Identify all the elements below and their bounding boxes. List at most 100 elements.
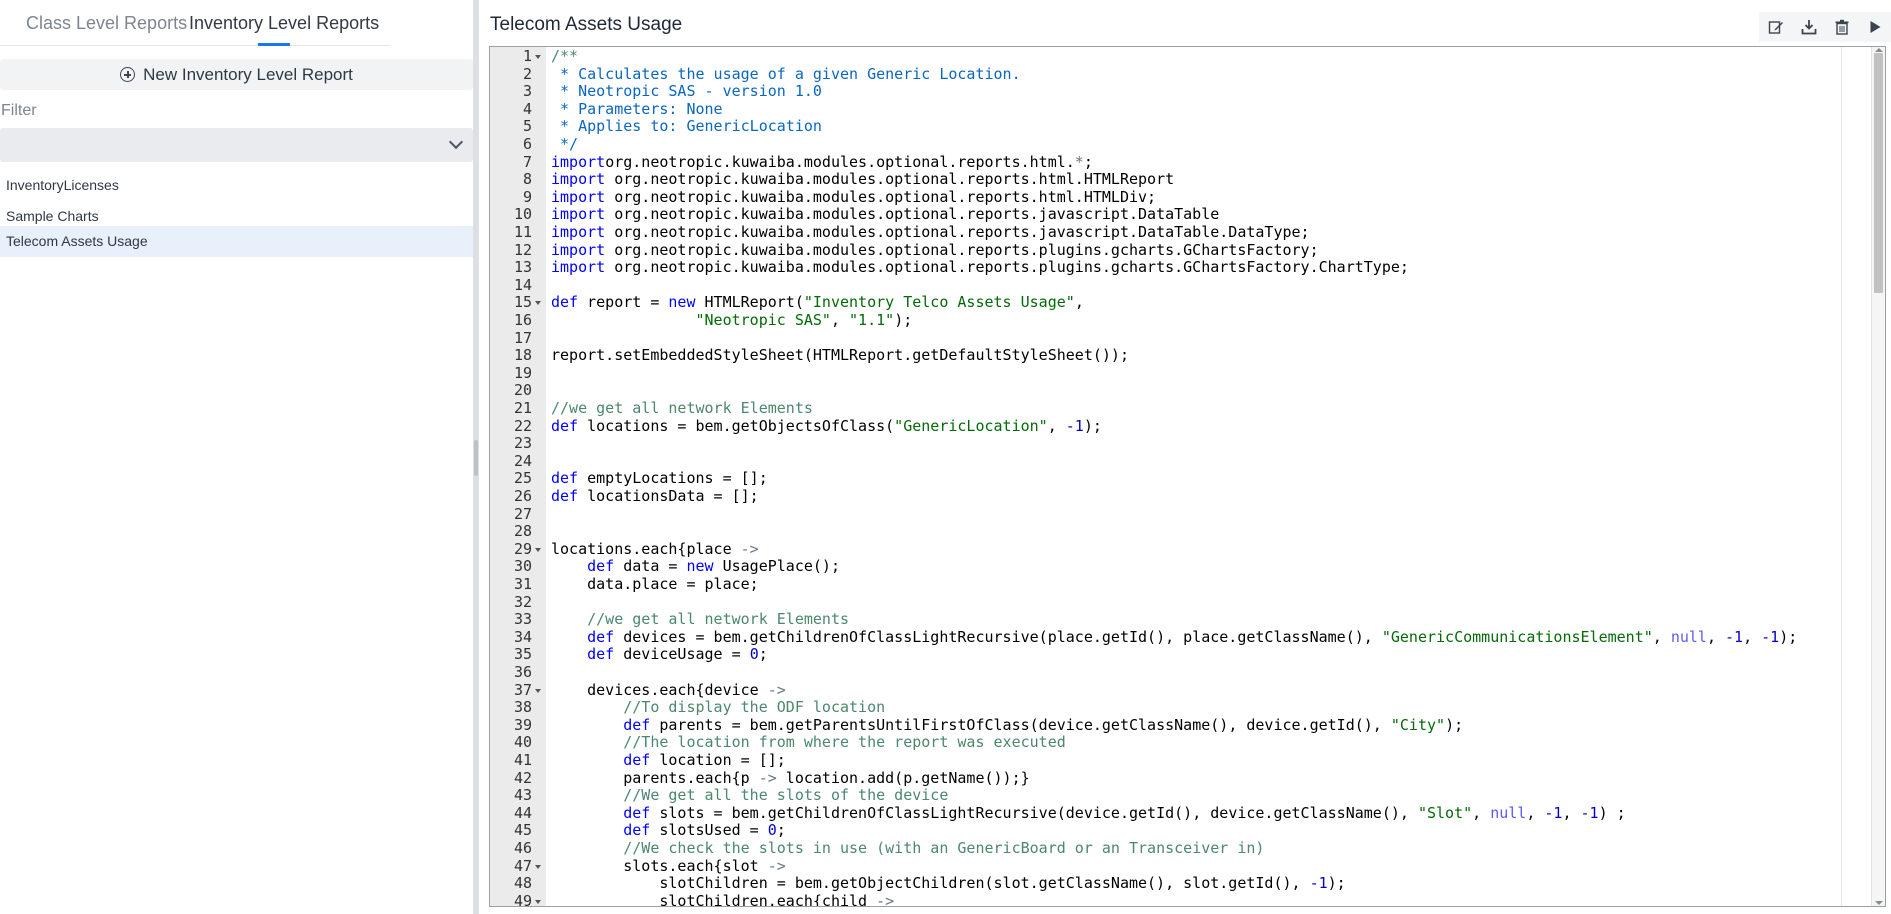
edit-report-button[interactable]	[1759, 12, 1792, 42]
line-number: 5	[522, 117, 532, 136]
print-margin	[1841, 47, 1842, 906]
line-number[interactable]: 15	[490, 294, 546, 312]
code-line: def report = new HTMLReport("Inventory T…	[551, 293, 1084, 312]
line-number: 19	[513, 363, 532, 382]
line-number: 18	[513, 346, 532, 365]
line-number: 17	[513, 328, 532, 347]
line-number: 33	[513, 610, 532, 629]
scroll-up-icon[interactable]	[1875, 48, 1883, 52]
play-icon	[1870, 21, 1880, 33]
code-line: def emptyLocations = [];	[551, 469, 768, 488]
chevron-down-icon	[448, 134, 464, 150]
code-line: //we get all network Elements	[587, 610, 850, 629]
download-icon	[1801, 20, 1816, 35]
code-line: locations.each{place ->	[551, 539, 759, 558]
report-title: Telecom Assets Usage	[490, 14, 683, 35]
line-number: 14	[513, 275, 532, 294]
code-line: report.setEmbeddedStyleSheet(HTMLReport.…	[551, 346, 1129, 365]
tab-class-level-reports[interactable]: Class Level Reports	[26, 13, 187, 34]
code-line: //To display the ODF location	[623, 698, 886, 717]
line-number: 43	[513, 786, 532, 805]
line-number: 38	[513, 698, 532, 717]
code-line: data.place = place;	[551, 575, 759, 593]
code-editor[interactable]: 1 2 3 4 5 6 7 8 9 10 11 12 13 14 15 16 17 18 19 20 21 22 23 24 2…	[489, 46, 1886, 907]
line-number: 40	[513, 733, 532, 752]
code-line: */	[551, 135, 579, 153]
code-line: def locations = bem.getObjectsOfClass("G…	[551, 416, 1102, 435]
new-inventory-report-button[interactable]: New Inventory Level Report	[0, 59, 473, 90]
code-line: def locationsData = [];	[551, 487, 759, 505]
report-list-item-inventorylicenses[interactable]: InventoryLicenses	[0, 170, 473, 201]
line-number[interactable]: 47	[490, 857, 546, 876]
code-line: def slotsUsed = 0;	[623, 821, 786, 840]
line-number: 45	[513, 821, 532, 840]
vertical-scrollbar[interactable]	[1871, 47, 1885, 906]
line-number: 39	[513, 715, 532, 734]
line-number: 23	[513, 434, 532, 453]
line-number: 6	[522, 135, 532, 153]
code-line: import org.neotropic.kuwaiba.modules.opt…	[551, 240, 1319, 259]
splitter-handle[interactable]	[474, 440, 478, 476]
delete-report-button[interactable]	[1825, 12, 1858, 42]
tab-inventory-level-reports[interactable]: Inventory Level Reports	[189, 13, 379, 34]
code-line: import org.neotropic.kuwaiba.modules.opt…	[551, 205, 1220, 224]
code-line: * Applies to: GenericLocation	[551, 117, 822, 136]
line-number: 26	[513, 487, 532, 505]
code-line: def location = [];	[623, 751, 786, 769]
line-number: 13	[513, 258, 532, 277]
editor-code-area[interactable]: /** * Calculates the usage of a given Ge…	[551, 47, 1871, 906]
line-number: 22	[513, 416, 532, 435]
new-report-label: New Inventory Level Report	[143, 64, 353, 84]
code-line: "Neotropic SAS", "1.1");	[695, 311, 913, 329]
code-line: //The location from where the report was…	[623, 733, 1066, 752]
code-line: def parents = bem.getParentsUntilFirstOf…	[623, 715, 1464, 734]
line-number: 32	[513, 592, 532, 611]
line-number[interactable]: 37	[490, 681, 546, 700]
run-report-button[interactable]	[1858, 12, 1891, 42]
edit-icon	[1768, 21, 1783, 34]
trash-icon	[1835, 19, 1848, 35]
code-line: import org.neotropic.kuwaiba.modules.opt…	[551, 170, 1175, 189]
line-number: 8	[522, 170, 532, 189]
line-number: 20	[513, 381, 532, 400]
line-number: 2	[522, 64, 532, 83]
code-line: importorg.neotropic.kuwaiba.modules.opti…	[551, 152, 1093, 171]
code-line: * Neotropic SAS - version 1.0	[551, 82, 822, 101]
line-number: 9	[522, 187, 532, 206]
line-number[interactable]: 1	[490, 47, 546, 66]
line-number: 28	[513, 522, 532, 541]
line-number: 10	[513, 205, 532, 224]
code-line: devices.each{device ->	[551, 680, 786, 699]
filter-label: Filter	[1, 102, 37, 119]
line-number: 4	[522, 99, 532, 118]
report-editor-panel: Telecom Assets Usage 1 2 3 4 5 6 7 8 9 1…	[479, 0, 1891, 914]
scroll-down-icon[interactable]	[1875, 901, 1883, 905]
code-line: slotChildren = bem.getObjectChildren(slo…	[551, 874, 1346, 893]
download-report-button[interactable]	[1792, 12, 1825, 42]
code-line: parents.each{p -> location.add(p.getName…	[551, 768, 1030, 787]
report-list-item-telecom-assets-usage[interactable]: Telecom Assets Usage	[0, 226, 473, 257]
line-number[interactable]: 49	[490, 892, 546, 906]
line-number: 11	[513, 223, 532, 241]
code-line: slots.each{slot ->	[551, 856, 786, 875]
editor-gutter: 1 2 3 4 5 6 7 8 9 10 11 12 13 14 15 16 17 18 19 20 21 22 23 24 2…	[490, 47, 546, 906]
line-number: 12	[513, 240, 532, 259]
line-number[interactable]: 29	[490, 540, 546, 559]
line-number: 34	[513, 627, 532, 646]
code-line: import org.neotropic.kuwaiba.modules.opt…	[551, 223, 1310, 241]
line-number: 24	[513, 451, 532, 470]
line-number: 41	[513, 751, 532, 769]
code-line: /**	[551, 47, 579, 65]
filter-select[interactable]	[0, 128, 473, 162]
code-line: def devices = bem.getChildrenOfClassLigh…	[587, 627, 1798, 646]
scrollbar-thumb[interactable]	[1874, 53, 1883, 293]
report-toolbar	[1759, 12, 1891, 42]
code-line: import org.neotropic.kuwaiba.modules.opt…	[551, 258, 1409, 277]
line-number: 46	[513, 839, 532, 857]
line-number: 3	[522, 82, 532, 101]
plus-circle-icon	[120, 67, 136, 82]
code-line: def deviceUsage = 0;	[587, 645, 768, 664]
line-number: 21	[513, 399, 532, 417]
active-tab-indicator	[258, 43, 290, 46]
line-number: 16	[513, 311, 532, 329]
